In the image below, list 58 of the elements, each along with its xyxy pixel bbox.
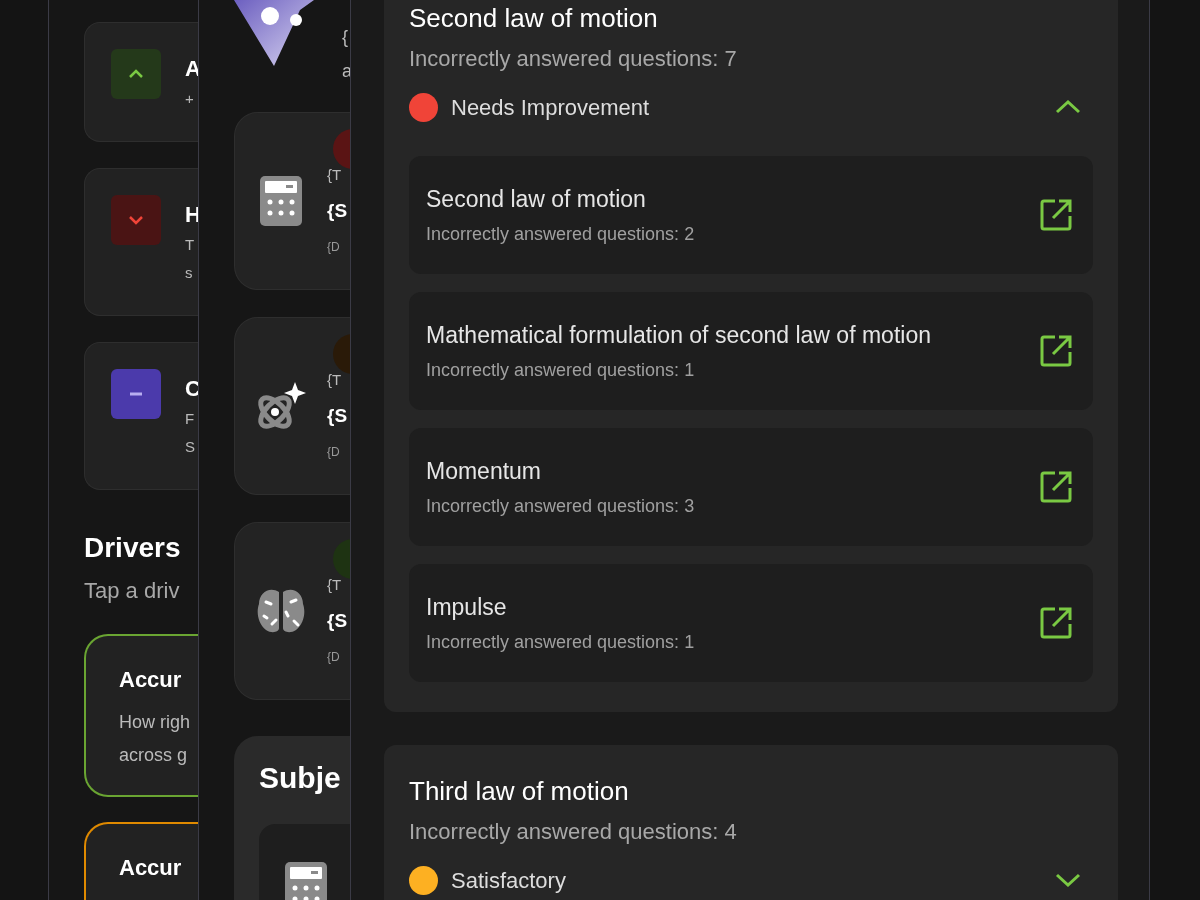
card-title: Accur	[119, 666, 183, 694]
subject-card[interactable]: {T {S {D	[234, 317, 350, 495]
driver-card[interactable]: Accur How righ across g	[84, 634, 198, 797]
brain-icon	[256, 588, 306, 634]
card-text: {T	[327, 165, 343, 185]
topic-summary: Incorrectly answered questions: 7	[409, 45, 738, 73]
subtopic-summary: Incorrectly answered questions: 1	[426, 359, 696, 382]
subtopic-summary: Incorrectly answered questions: 2	[426, 223, 695, 246]
subtopic-title: Second law of motion	[426, 185, 647, 214]
topic-summary: Incorrectly answered questions: 4	[409, 818, 738, 846]
card-title: Accur	[119, 854, 183, 882]
card-text: s	[185, 263, 194, 283]
card-text: {D	[327, 649, 341, 666]
subtopic-summary: Incorrectly answered questions: 3	[426, 495, 695, 518]
section-heading: Subje	[259, 760, 341, 796]
section-heading: Drivers	[84, 531, 181, 565]
open-external-icon	[1039, 334, 1073, 368]
chevron-down-icon	[128, 215, 144, 225]
chevron-up-icon	[1055, 100, 1081, 114]
chevron-down-icon	[1055, 873, 1081, 887]
card-text: {S	[327, 199, 348, 223]
topic-title: Third law of motion	[409, 775, 630, 808]
calculator-icon	[260, 176, 302, 226]
chevron-up-icon	[128, 69, 144, 79]
subtopic-item[interactable]: Momentum Incorrectly answered questions: 3	[409, 428, 1093, 546]
section-subtitle: Tap a driv	[84, 577, 180, 605]
card-text: T	[185, 235, 196, 255]
open-external-icon	[1039, 198, 1073, 232]
atom-sparkle-icon	[255, 380, 307, 432]
driver-card[interactable]: Accur	[84, 822, 198, 900]
status-label: Satisfactory	[451, 866, 566, 895]
subtopic-title: Impulse	[426, 593, 508, 622]
subtopic-item[interactable]: Second law of motion Incorrectly answered questions: 2	[409, 156, 1093, 274]
intro-text: {	[342, 26, 349, 49]
status-label: Needs Improvement	[451, 93, 650, 122]
calculator-icon	[285, 862, 327, 900]
card-text: F	[185, 409, 196, 429]
subject-card[interactable]: {T {S {D	[234, 112, 350, 290]
card-text: {D	[327, 239, 341, 256]
card-text: {D	[327, 444, 341, 461]
card-text: across g	[119, 744, 189, 767]
subtopic-item[interactable]: Mathematical formulation of second law of motion Incorrectly answered questions: 1	[409, 292, 1093, 410]
card-text: {T	[327, 575, 343, 595]
card-text: {S	[327, 404, 348, 428]
card-text: {S	[327, 609, 348, 633]
open-external-icon	[1039, 470, 1073, 504]
card-text: {T	[327, 370, 343, 390]
card-text: S	[185, 437, 196, 457]
subtopic-item[interactable]: Impulse Incorrectly answered questions: 1	[409, 564, 1093, 682]
subject-card[interactable]: {T {S {D	[234, 522, 350, 700]
card-text: +	[185, 89, 195, 109]
subtopic-title: Mathematical formulation of second law of motion	[426, 321, 931, 350]
minus-icon	[128, 392, 144, 396]
topic-title: Second law of motion	[409, 2, 659, 35]
subtopic-summary: Incorrectly answered questions: 1	[426, 631, 695, 654]
card-text: How righ	[119, 711, 192, 734]
open-external-icon	[1039, 606, 1073, 640]
subtopic-title: Momentum	[426, 457, 543, 486]
